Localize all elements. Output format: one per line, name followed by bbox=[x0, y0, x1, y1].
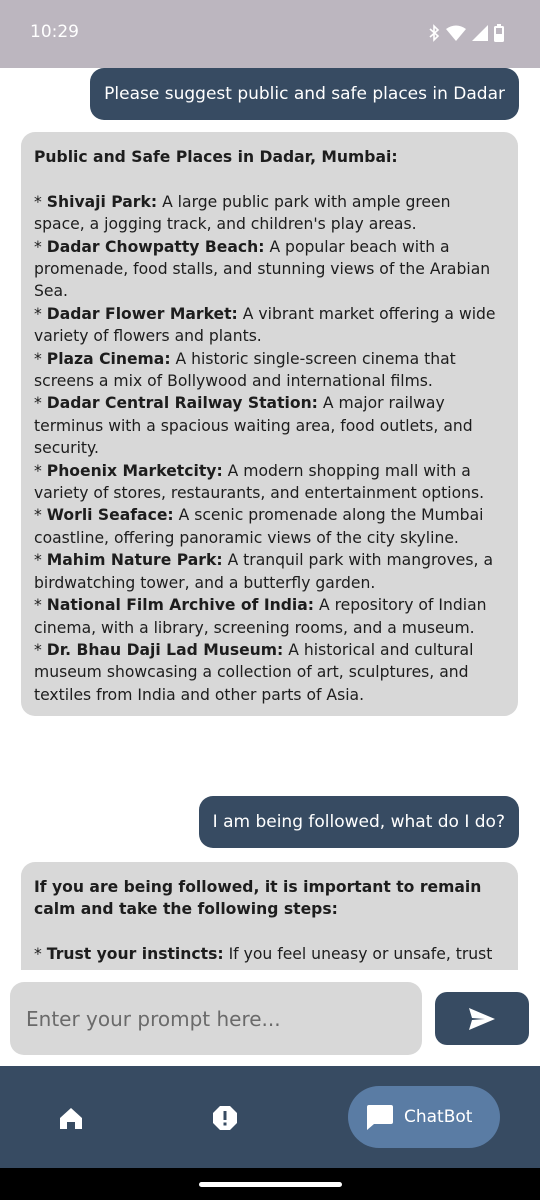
tip-name: Trust your instincts: bbox=[46, 945, 224, 964]
user-message: Please suggest public and safe places in… bbox=[90, 68, 519, 120]
list-item: * Mahim Nature Park: A tranquil park wit… bbox=[34, 551, 493, 592]
nav-chatbot-label: ChatBot bbox=[404, 1107, 473, 1127]
list-item: * Dadar Central Railway Station: A major… bbox=[34, 394, 473, 458]
bot-message-title: Public and Safe Places in Dadar, Mumbai: bbox=[34, 148, 398, 166]
list-item: * Phoenix Marketcity: A modern shopping … bbox=[34, 461, 485, 503]
home-icon bbox=[60, 1108, 82, 1129]
user-message-text: Please suggest public and safe places in… bbox=[104, 84, 505, 104]
list-item: * Dr. Bhau Daji Lad Museum: A historical… bbox=[34, 640, 474, 704]
place-name: Dr. Bhau Daji Lad Museum: bbox=[46, 640, 284, 659]
chat-history[interactable]: Please suggest public and safe places in… bbox=[0, 68, 540, 970]
prompt-field[interactable] bbox=[10, 982, 422, 1055]
alert-icon bbox=[213, 1106, 237, 1130]
list-item: * Dadar Chowpatty Beach: A popular beach… bbox=[34, 237, 491, 301]
signal-icon bbox=[472, 25, 488, 41]
status-bar: 10:29 bbox=[0, 0, 540, 68]
nav-chatbot-button[interactable]: ChatBot bbox=[348, 1086, 500, 1148]
list-item: * National Film Archive of India: A repo… bbox=[34, 596, 487, 637]
nav-alert-button[interactable] bbox=[205, 1098, 245, 1138]
place-name: Shivaji Park: bbox=[46, 192, 158, 211]
user-message-text: I am being followed, what do I do? bbox=[212, 812, 505, 832]
place-name: Phoenix Marketcity: bbox=[46, 461, 223, 480]
bot-message-title: If you are being followed, it is importa… bbox=[34, 878, 482, 919]
list-item: * Worli Seaface: A scenic promenade alon… bbox=[34, 506, 484, 547]
gesture-bar bbox=[0, 1168, 540, 1200]
list-item: * Dadar Flower Market: A vibrant market … bbox=[34, 304, 496, 346]
send-icon bbox=[469, 1007, 495, 1030]
bot-message: If you are being followed, it is importa… bbox=[21, 862, 518, 970]
place-name: Plaza Cinema: bbox=[46, 349, 171, 368]
list-item: * Trust your instincts: If you feel unea… bbox=[34, 943, 504, 970]
status-icons bbox=[428, 22, 504, 44]
battery-icon bbox=[494, 24, 504, 42]
bot-message: Public and Safe Places in Dadar, Mumbai:… bbox=[21, 132, 518, 717]
place-name: Dadar Central Railway Station: bbox=[46, 394, 318, 413]
nav-home-button[interactable] bbox=[51, 1098, 91, 1138]
bluetooth-icon bbox=[429, 24, 440, 42]
list-item: * Plaza Cinema: A historic single-screen… bbox=[34, 349, 456, 391]
send-button[interactable] bbox=[435, 992, 529, 1045]
place-name: National Film Archive of India: bbox=[46, 596, 314, 615]
place-name: Dadar Flower Market: bbox=[46, 304, 238, 323]
status-time: 10:29 bbox=[30, 22, 79, 42]
user-message: I am being followed, what do I do? bbox=[198, 796, 519, 848]
list-item: * Shivaji Park: A large public park with… bbox=[34, 192, 451, 234]
wifi-icon bbox=[446, 25, 466, 41]
prompt-input[interactable] bbox=[10, 982, 422, 1055]
chat-bubble-icon bbox=[367, 1105, 393, 1130]
place-name: Mahim Nature Park: bbox=[46, 551, 223, 570]
place-name: Worli Seaface: bbox=[46, 506, 174, 525]
place-name: Dadar Chowpatty Beach: bbox=[46, 237, 265, 256]
home-indicator[interactable] bbox=[199, 1182, 342, 1187]
